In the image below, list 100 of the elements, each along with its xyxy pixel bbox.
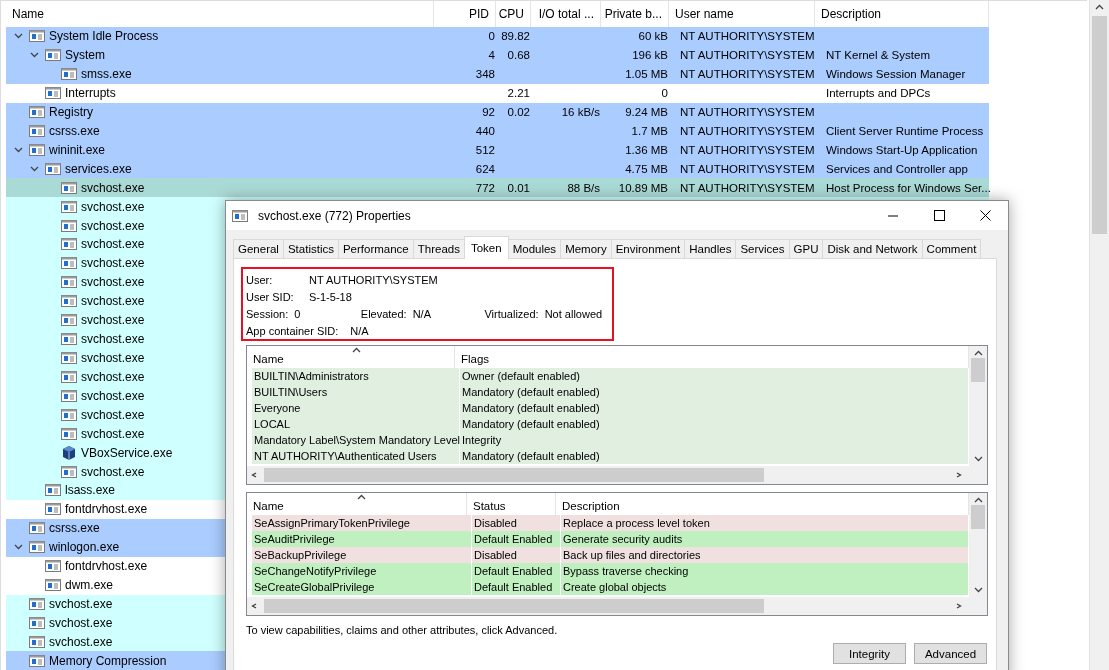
table-cell: 16 kB/s	[561, 106, 600, 119]
scroll-up-icon[interactable]	[973, 350, 983, 356]
tab[interactable]: Comment	[921, 239, 982, 259]
table-cell: NT AUTHORITY\SYSTEM	[680, 181, 815, 194]
process-name: svchost.exe	[49, 634, 113, 649]
hint-text: To view capabilities, claims and other attributes, click Advanced.	[246, 624, 559, 636]
process-name: svchost.exe	[81, 388, 145, 403]
column-header[interactable]: PID	[434, 1, 496, 27]
dialog-button[interactable]: Integrity	[833, 643, 906, 664]
window-icon	[29, 654, 45, 667]
table-cell: 9.24 MB	[625, 106, 668, 119]
column-header[interactable]: Description	[815, 1, 989, 27]
expand-icon[interactable]	[30, 52, 39, 59]
scroll-down-icon[interactable]	[973, 456, 983, 462]
window-icon	[29, 30, 45, 43]
list-row[interactable]: SeAssignPrimaryTokenPrivilege Disabled Replace a process level token	[252, 515, 969, 531]
process-name: lsass.exe	[65, 483, 116, 498]
process-name: System	[65, 48, 105, 63]
column-header[interactable]: Name	[1, 1, 434, 27]
list-row[interactable]: SeCreateGlobalPrivilege Default Enabled Create global objects	[252, 579, 969, 595]
scrollbar[interactable]	[247, 597, 969, 615]
process-row[interactable]: services.exe 624 4.75 MB NT AUTHORITY\SYSTEM Services and Controller app	[6, 159, 989, 179]
field-value: NT AUTHORITY\SYSTEM	[309, 273, 438, 286]
scroll-down-icon[interactable]	[973, 587, 983, 593]
window-icon	[61, 408, 77, 421]
table-cell: Interrupts and DPCs	[826, 87, 931, 100]
process-name: svchost.exe	[81, 426, 145, 441]
table-cell: 1.36 MB	[625, 143, 668, 156]
scroll-thumb[interactable]	[971, 505, 985, 529]
field-label: User:	[246, 273, 274, 286]
list-row[interactable]: SeBackupPrivilege Disabled Back up files and directories	[252, 547, 969, 563]
scrollbar[interactable]	[1089, 0, 1109, 670]
tab[interactable]: General	[233, 239, 284, 259]
scrollbar[interactable]	[969, 346, 987, 466]
maximize-icon	[933, 210, 945, 221]
close-icon	[979, 210, 991, 221]
list-row[interactable]: SeAuditPrivilege Default Enabled Generate security audits	[252, 531, 969, 547]
scroll-up-icon[interactable]	[973, 497, 983, 503]
process-name: winlogon.exe	[49, 540, 120, 555]
tab[interactable]: Token	[463, 236, 509, 259]
list-row[interactable]: Everyone Mandatory (default enabled)	[252, 400, 969, 416]
list-row[interactable]: NT AUTHORITY\Authenticated Users Mandatory (default enabled)	[252, 448, 969, 464]
table-cell: 0.01	[507, 181, 530, 194]
field-value: N/A	[350, 324, 369, 337]
scroll-thumb[interactable]	[264, 468, 764, 482]
table-cell: 4	[488, 49, 495, 62]
table-cell: Default Enabled	[472, 579, 561, 595]
process-name: csrss.exe	[49, 123, 100, 138]
process-name: System Idle Process	[49, 29, 159, 44]
column-header[interactable]: Private b...	[601, 1, 669, 27]
process-name: svchost.exe	[81, 218, 145, 233]
expand-icon[interactable]	[14, 33, 23, 40]
process-row[interactable]: System Idle Process 0 89.82 60 kB NT AUTHORITY\SYSTEM	[6, 26, 989, 46]
table-cell: Windows Start-Up Application	[826, 143, 978, 156]
table-cell: 92	[482, 106, 495, 119]
table-cell: 772	[475, 181, 495, 194]
table-cell: 2.21	[507, 87, 530, 100]
window-icon	[45, 484, 61, 497]
expand-icon[interactable]	[14, 544, 23, 551]
column-header[interactable]: CPU	[496, 1, 531, 27]
scroll-thumb[interactable]	[971, 358, 985, 382]
window-icon	[61, 465, 77, 478]
window-icon	[61, 389, 77, 402]
table-cell: 0	[488, 30, 495, 43]
field-value: Not allowed	[544, 307, 603, 320]
window-icon	[61, 295, 77, 308]
dialog-button[interactable]: Advanced	[914, 643, 987, 664]
list-row[interactable]: BUILTIN\Users Mandatory (default enabled)	[252, 384, 969, 400]
list-row[interactable]: SeChangeNotifyPrivilege Default Enabled Bypass traverse checking	[252, 563, 969, 579]
process-name: svchost.exe	[81, 294, 145, 309]
scrollbar[interactable]	[247, 466, 969, 484]
window-icon	[45, 503, 61, 516]
process-name: VBoxService.exe	[81, 445, 173, 460]
expand-icon[interactable]	[30, 165, 39, 172]
window-icon	[61, 276, 77, 289]
process-row[interactable]: wininit.exe 512 1.36 MB NT AUTHORITY\SYSTEM Windows Start-Up Application	[6, 140, 989, 160]
window-icon	[29, 541, 45, 554]
process-name: fontdrvhost.exe	[65, 502, 148, 517]
table-cell: NT Kernel & System	[826, 49, 930, 62]
process-name: svchost.exe	[81, 369, 145, 384]
process-name: svchost.exe	[81, 351, 145, 365]
field-label: App container SID:	[246, 324, 339, 337]
scrollbar[interactable]	[969, 493, 987, 597]
scroll-thumb[interactable]	[1092, 16, 1107, 234]
scroll-up-icon[interactable]	[1095, 4, 1104, 10]
expand-icon[interactable]	[14, 146, 23, 153]
process-row[interactable]: svchost.exe 772 0.01 88 B/s 10.89 MB NT AUTHORITY\SYSTEM Host Process for Windows Ser...	[6, 178, 989, 198]
process-name: wininit.exe	[49, 142, 106, 157]
process-name: svchost.exe	[81, 332, 145, 347]
column-header[interactable]: I/O total ...	[531, 1, 601, 27]
table-cell: NT AUTHORITY\SYSTEM	[680, 68, 815, 81]
column-header[interactable]: User name	[669, 1, 815, 27]
list-row[interactable]: LOCAL Mandatory (default enabled)	[252, 416, 969, 432]
window-icon	[45, 579, 61, 592]
list-row[interactable]: Mandatory Label\System Mandatory Level Integrity	[252, 432, 969, 448]
process-name: svchost.exe	[81, 199, 145, 214]
scroll-thumb[interactable]	[264, 599, 764, 613]
list-row[interactable]: BUILTIN\Administrators Owner (default enabled)	[252, 368, 969, 384]
table-cell: 0.02	[507, 106, 530, 119]
window-icon	[61, 200, 77, 213]
